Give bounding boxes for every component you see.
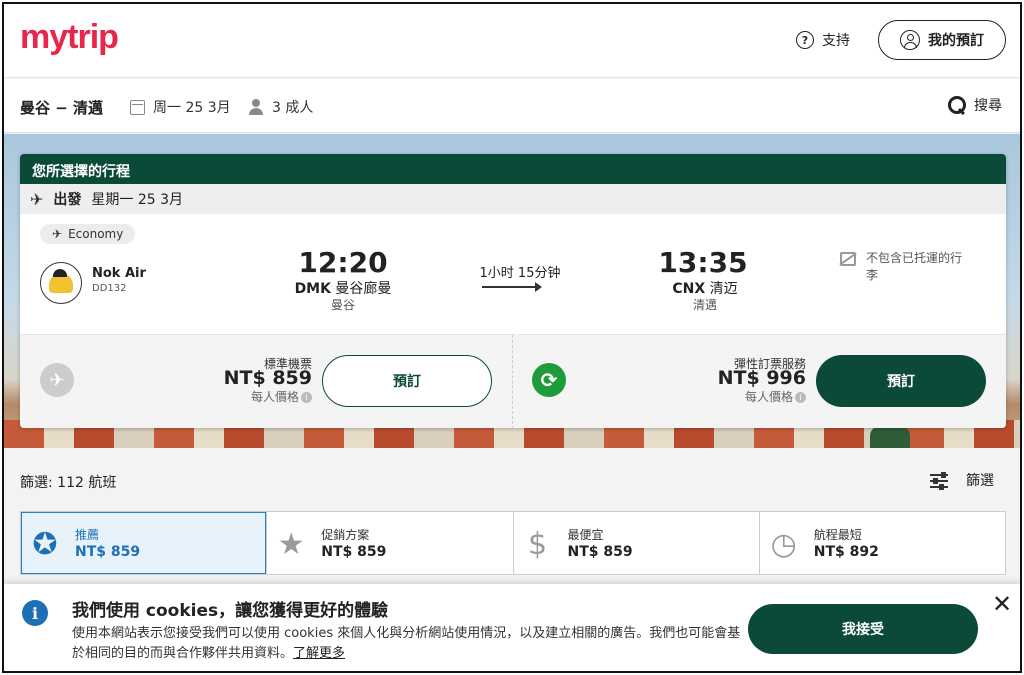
flight-number: DD132 [92, 283, 127, 294]
flight-count: 篩選: 112 航班 [20, 475, 117, 491]
departure-time: 12:20 [298, 246, 388, 279]
cookie-banner: i 我們使用 cookies，讓您獲得更好的體驗 使用本網站表示您接受我們可以使… [4, 584, 1020, 671]
sort-tab-price: NT$ 892 [813, 544, 879, 560]
date-field[interactable]: 周一 25 3月 [130, 97, 231, 117]
cabin-badge: ✈ Economy [40, 224, 136, 244]
departure-date: 星期一 25 3月 [91, 192, 184, 208]
support-link[interactable]: ? 支持 [796, 30, 850, 50]
sort-tab-cheapest[interactable]: $ 最便宜 NT$ 859 [512, 512, 759, 574]
route-label[interactable]: 曼谷 − 清邁 [20, 97, 103, 118]
standard-fare-plane-icon: ✈ [40, 363, 74, 397]
user-icon [900, 30, 920, 50]
arrival-airport-name: 清迈 [709, 281, 738, 297]
accept-cookies-button[interactable]: 我接受 [748, 604, 978, 654]
sort-tabs: ✪ 推薦 NT$ 859 ★ 促銷方案 NT$ 859 $ 最便宜 NT$ 85… [20, 511, 1006, 575]
departure-code: DMK [294, 281, 331, 297]
itinerary-title: 您所選擇的行程 [20, 154, 1006, 184]
plane-icon: ✈ [30, 189, 44, 209]
filter-button[interactable]: 篩選 [930, 470, 994, 490]
sort-tab-promotion[interactable]: ★ 促銷方案 NT$ 859 [266, 512, 513, 574]
flexible-fare-per-person: 每人價格 i [684, 388, 806, 405]
date-label: 周一 25 3月 [153, 100, 231, 116]
sort-tab-price: NT$ 859 [567, 544, 633, 560]
arrow-right-icon [482, 282, 542, 292]
filter-label: 篩選 [966, 473, 994, 489]
departure-label: 出發 [53, 192, 82, 208]
departure-airport-name: 曼谷廊曼 [335, 281, 392, 297]
sort-tab-price: NT$ 859 [75, 544, 141, 560]
arrival-time: 13:35 [658, 246, 748, 279]
cookie-body: 使用本網站表示您接受我們可以使用 cookies 來個人化與分析網站使用情況，以… [72, 624, 742, 664]
star-icon: ★ [277, 526, 305, 562]
person-icon [248, 99, 264, 115]
flexible-fare-price: NT$ 996 [717, 367, 806, 389]
sort-tab-shortest[interactable]: ◷ 航程最短 NT$ 892 [758, 512, 1005, 574]
info-icon[interactable]: i [795, 392, 806, 403]
departure-airport: DMK 曼谷廊曼 [268, 278, 418, 298]
search-label: 搜尋 [974, 98, 1002, 114]
cabin-label: Economy [68, 227, 124, 241]
book-standard-button[interactable]: 預訂 [322, 355, 492, 407]
app-window: mytrip ? 支持 我的預訂 曼谷 − 清邁 周一 25 3月 3 成人 搜… [2, 2, 1022, 673]
per-person-label: 每人價格 [744, 390, 793, 404]
help-icon: ? [796, 31, 814, 49]
departure-row: ✈ 出發 星期一 25 3月 [20, 184, 1006, 214]
no-baggage-icon [840, 252, 856, 266]
filter-row: 篩選: 112 航班 篩選 [4, 450, 1020, 508]
award-ribbon-icon: ✪ [32, 526, 58, 562]
sort-tab-label: 促銷方案 [321, 528, 370, 542]
tree-image [870, 426, 910, 448]
sliders-icon [930, 472, 948, 490]
sort-tab-label: 推薦 [75, 528, 100, 542]
fare-options: ✈ 標準機票 NT$ 859 每人價格 i 預訂 ⟳ 彈性訂票服務 NT$ 996… [20, 334, 1006, 428]
info-icon[interactable]: i [301, 392, 312, 403]
cookie-body-text: 使用本網站表示您接受我們可以使用 cookies 來個人化與分析網站使用情況，以… [72, 626, 741, 661]
per-person-label: 每人價格 [250, 390, 299, 404]
standard-fare-per-person: 每人價格 i [190, 388, 312, 405]
arrival-city: 清邁 [692, 298, 717, 312]
search-summary-bar: 曼谷 − 清邁 周一 25 3月 3 成人 搜尋 [4, 79, 1020, 133]
sort-tab-label: 最便宜 [567, 528, 604, 542]
airline-logo [40, 262, 82, 304]
info-icon: i [22, 600, 48, 626]
selected-itinerary-card: 您所選擇的行程 ✈ 出發 星期一 25 3月 ✈ Economy Nok Air… [20, 154, 1006, 428]
my-booking-label: 我的預訂 [928, 33, 984, 49]
sort-tab-price: NT$ 859 [321, 544, 387, 560]
dollar-icon: $ [527, 526, 548, 562]
learn-more-link[interactable]: 了解更多 [293, 646, 345, 661]
plane-small-icon: ✈ [52, 227, 63, 241]
close-icon[interactable]: ✕ [992, 592, 1012, 616]
arrival-code: CNX [672, 281, 706, 297]
search-icon [948, 96, 966, 114]
baggage-note: 不包含已托運的行李 [866, 251, 963, 282]
sort-tab-recommended[interactable]: ✪ 推薦 NT$ 859 [21, 512, 267, 574]
flight-duration: 1小时 15分钟 [479, 266, 561, 281]
airline-name: Nok Air [92, 266, 146, 281]
clock-icon: ◷ [770, 526, 797, 562]
departure-city: 曼谷 [330, 298, 355, 312]
hero-background: 您所選擇的行程 ✈ 出發 星期一 25 3月 ✈ Economy Nok Air… [4, 134, 1020, 448]
passengers-label: 3 成人 [272, 100, 314, 116]
sort-tab-label: 航程最短 [813, 528, 862, 542]
arrival-airport: CNX 清迈 [630, 278, 780, 298]
support-label: 支持 [822, 33, 850, 49]
cookie-title: 我們使用 cookies，讓您獲得更好的體驗 [72, 601, 389, 621]
fare-divider [512, 335, 513, 428]
book-flexible-button[interactable]: 預訂 [816, 355, 986, 407]
nok-bird-icon [49, 269, 73, 293]
passengers-field[interactable]: 3 成人 [248, 97, 313, 117]
calendar-icon [130, 99, 145, 115]
search-button[interactable]: 搜尋 [948, 95, 1002, 115]
mytrip-logo[interactable]: mytrip [20, 18, 119, 57]
top-navigation: mytrip ? 支持 我的預訂 [4, 4, 1020, 78]
flexible-fare-refresh-icon: ⟳ [532, 363, 566, 397]
my-booking-button[interactable]: 我的預訂 [878, 20, 1006, 60]
standard-fare-price: NT$ 859 [223, 367, 312, 389]
